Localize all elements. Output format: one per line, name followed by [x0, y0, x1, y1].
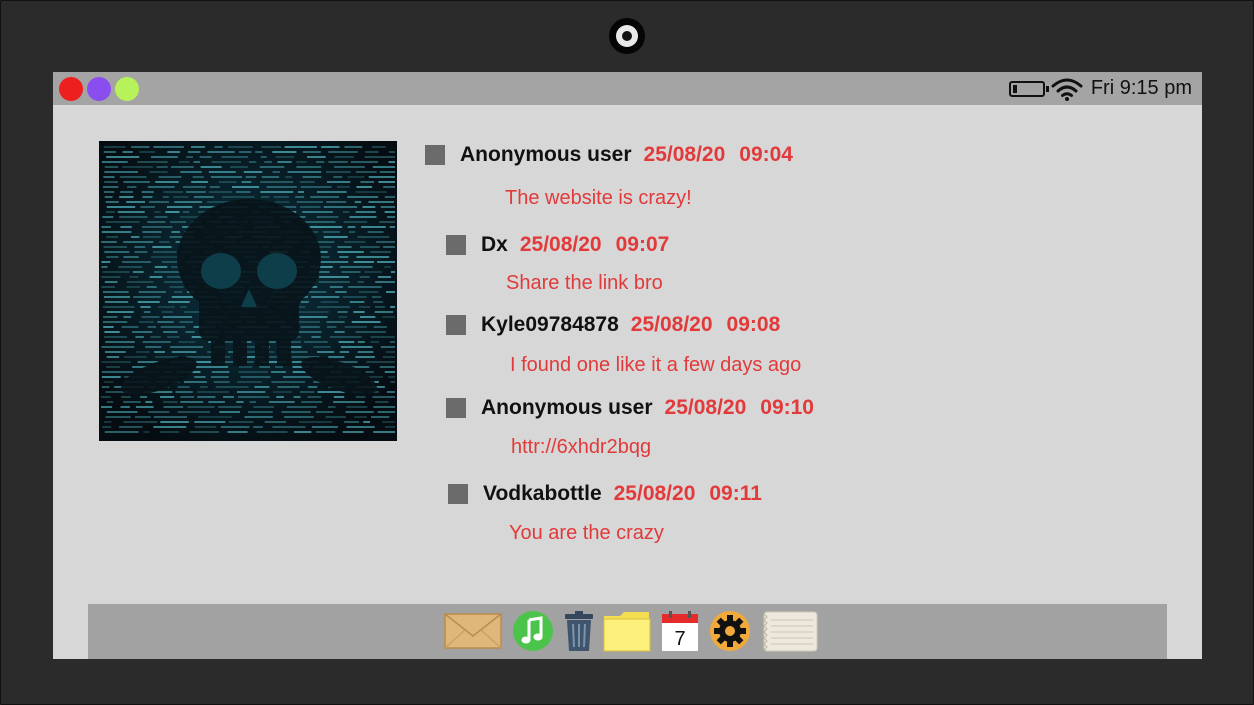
comment-time: 09:07: [615, 233, 670, 256]
comment-author[interactable]: Dx: [481, 233, 508, 257]
comment-author[interactable]: Anonymous user: [481, 396, 653, 420]
music-icon[interactable]: [512, 610, 554, 652]
comment-time: 09:04: [739, 143, 793, 166]
comment-item: Anonymous user 25/08/20 09:10 httr://6xhdr2…: [446, 395, 814, 485]
comment-message: I found one like it a few days ago: [510, 354, 802, 376]
comment-header: Anonymous user 25/08/20 09:10: [446, 395, 814, 421]
comment-time: 09:11: [709, 482, 762, 505]
comment-header: Dx 25/08/20 09:07: [446, 232, 669, 258]
comment-date: 25/08/20: [519, 233, 602, 256]
bullet-icon: [446, 315, 466, 335]
comment-date: 25/08/20: [630, 313, 713, 336]
bullet-icon: [448, 484, 468, 504]
comment-author[interactable]: Kyle09784878: [481, 313, 619, 337]
window-maximize-button[interactable]: [115, 77, 139, 101]
battery-icon: [1008, 80, 1049, 97]
comment-date: 25/08/20: [613, 482, 696, 505]
bullet-icon: [446, 235, 466, 255]
trash-icon[interactable]: [562, 610, 596, 652]
clock: Fri 9:15 pm: [1090, 77, 1192, 99]
menu-bar: Fri 9:15 pm: [53, 72, 1202, 105]
desktop-screen: Fri 9:15 pm Anonymous user 25/08/20 09:0…: [53, 72, 1202, 659]
settings-icon[interactable]: [709, 610, 751, 652]
comment-header: Kyle09784878 25/08/20 09:08: [446, 312, 780, 338]
calendar-day: 7: [674, 628, 685, 650]
wifi-icon: [1051, 78, 1083, 101]
comment-time: 09:08: [726, 313, 781, 336]
comment-message: httr://6xhdr2bqg: [511, 436, 652, 458]
comment-author[interactable]: Anonymous user: [460, 143, 632, 167]
comment-date: 25/08/20: [664, 396, 747, 419]
hacker-skull-image: [99, 141, 397, 441]
comment-item: Vodkabottle 25/08/20 09:11 You are the craz…: [448, 481, 762, 571]
dock: 7: [88, 604, 1167, 659]
comment-time: 09:10: [760, 396, 814, 419]
bullet-icon: [425, 145, 445, 165]
comment-message: Share the link bro: [506, 272, 663, 294]
comment-item: Dx 25/08/20 09:07 Share the link bro: [446, 232, 669, 322]
bullet-icon: [446, 398, 466, 418]
comment-author[interactable]: Vodkabottle: [483, 482, 602, 506]
window-minimize-button[interactable]: [87, 77, 111, 101]
folder-icon[interactable]: [603, 610, 651, 652]
comment-item: Kyle09784878 25/08/20 09:08 I found one lik…: [446, 312, 801, 402]
comment-date: 25/08/20: [643, 143, 726, 166]
mail-icon[interactable]: [443, 610, 503, 652]
comment-item: Anonymous user 25/08/20 09:04 The website i…: [425, 142, 793, 232]
comment-message: You are the crazy: [509, 522, 664, 544]
comment-header: Vodkabottle 25/08/20 09:11: [448, 481, 762, 507]
status-area: Fri 9:15 pm: [1008, 72, 1192, 105]
comment-message: The website is crazy!: [505, 187, 692, 209]
calendar-icon[interactable]: 7: [661, 610, 699, 652]
comment-header: Anonymous user 25/08/20 09:04: [425, 142, 793, 168]
webcam-icon: [609, 18, 645, 54]
window-close-button[interactable]: [59, 77, 83, 101]
notes-icon[interactable]: [763, 610, 818, 652]
